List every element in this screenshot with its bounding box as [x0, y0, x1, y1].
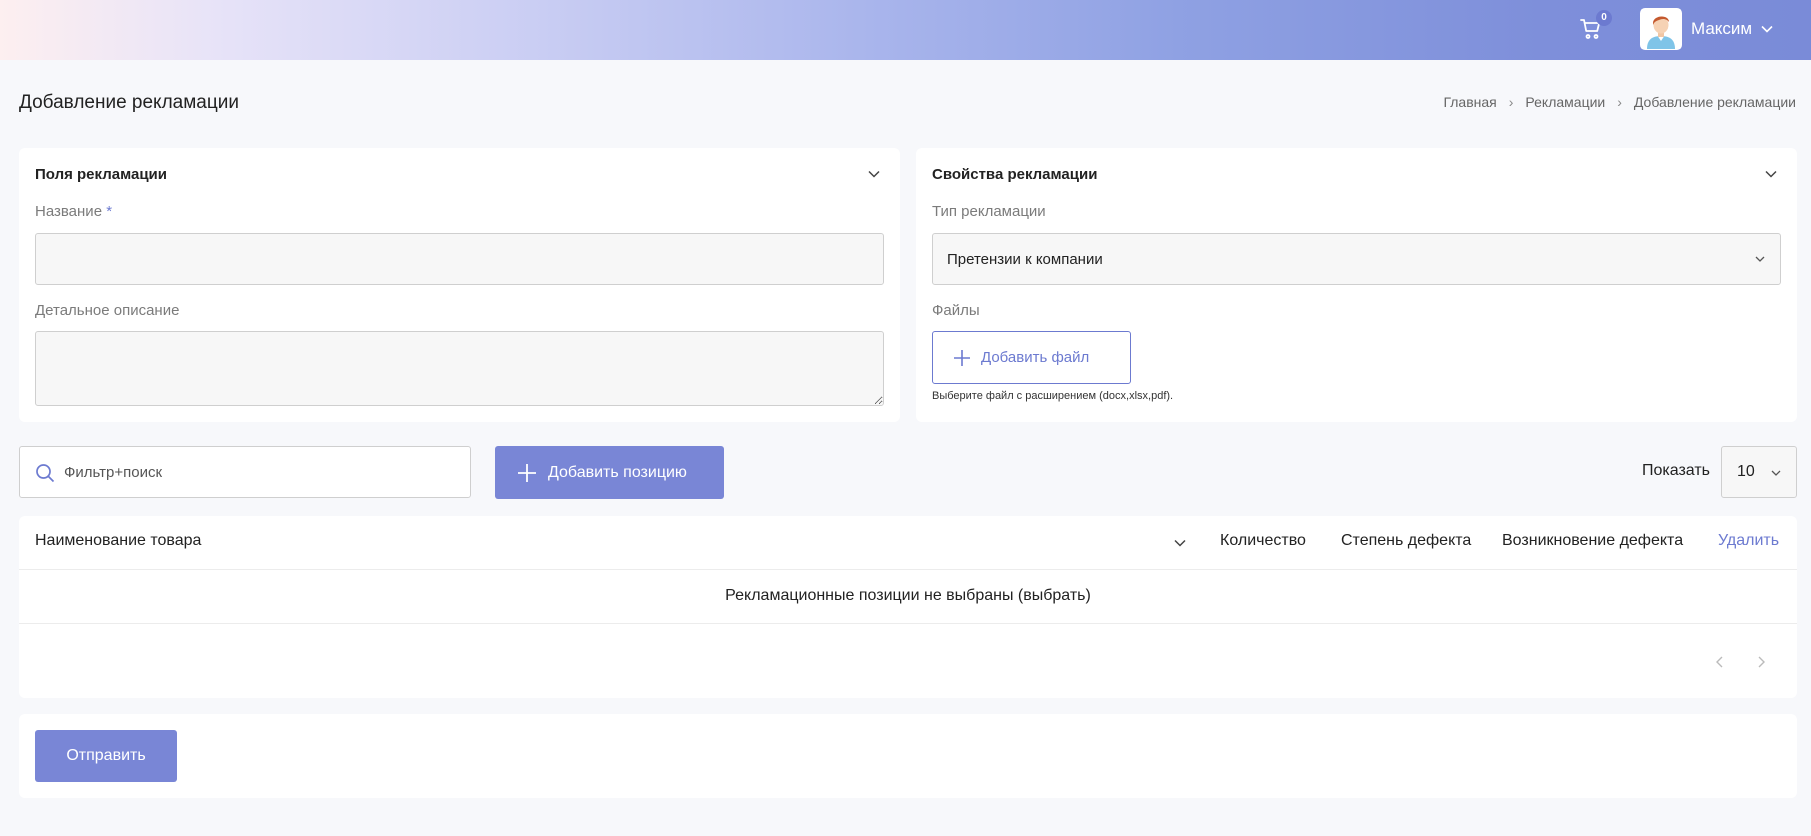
page-title: Добавление рекламации — [19, 92, 239, 113]
files-label: Файлы — [932, 302, 980, 319]
top-bar: 0 Максим — [0, 0, 1811, 60]
submit-label: Отправить — [66, 747, 146, 764]
plus-icon — [518, 463, 536, 482]
card-title: Свойства рекламации — [932, 166, 1098, 183]
chevron-left-icon[interactable] — [1713, 655, 1727, 669]
search-icon — [36, 464, 55, 483]
column-header-defect-origin[interactable]: Возникновение дефекта — [1502, 532, 1683, 550]
page-size-select[interactable]: 10 — [1721, 446, 1797, 498]
chevron-down-icon[interactable] — [1173, 536, 1187, 550]
user-avatar-icon — [1641, 9, 1681, 49]
positions-table: Наименование товара Количество Степень д… — [19, 516, 1797, 698]
page-size-value: 10 — [1737, 463, 1755, 480]
breadcrumb-current: Добавление рекламации — [1633, 94, 1796, 110]
name-label: Название * — [35, 203, 112, 220]
divider — [19, 623, 1797, 624]
breadcrumb-claims[interactable]: Рекламации — [1525, 94, 1605, 110]
file-hint: Выберите файл с расширением (docx,xlsx,p… — [932, 390, 1174, 402]
cart-count-badge: 0 — [1596, 10, 1612, 26]
select-positions-link[interactable]: Рекламационные позиции не выбраны (выбра… — [725, 587, 1091, 604]
cart-button[interactable]: 0 — [1576, 10, 1612, 44]
column-header-quantity[interactable]: Количество — [1220, 532, 1306, 550]
add-position-label: Добавить позицию — [548, 463, 687, 481]
claim-type-select[interactable]: Претензии к компании — [932, 233, 1781, 285]
chevron-down-icon — [1761, 25, 1773, 33]
card-title: Поля рекламации — [35, 166, 167, 183]
search-input[interactable] — [64, 447, 464, 497]
column-header-product[interactable]: Наименование товара — [35, 532, 201, 550]
description-label: Детальное описание — [35, 302, 180, 319]
user-menu[interactable]: Максим — [1640, 8, 1774, 50]
claim-properties-card: Свойства рекламации Тип рекламации Прете… — [916, 148, 1797, 422]
required-mark: * — [106, 203, 113, 220]
chevron-down-icon — [1755, 256, 1765, 262]
add-position-button[interactable]: Добавить позицию — [495, 446, 724, 499]
chevron-down-icon[interactable] — [867, 167, 881, 181]
description-textarea[interactable] — [35, 331, 884, 406]
add-file-label: Добавить файл — [981, 349, 1090, 366]
search-box[interactable] — [19, 446, 471, 498]
name-label-text: Название — [35, 203, 103, 220]
chevron-down-icon — [1771, 470, 1781, 476]
plus-icon — [954, 349, 970, 366]
submit-button[interactable]: Отправить — [35, 730, 177, 782]
chevron-right-icon: › — [1617, 94, 1622, 110]
claim-type-label: Тип рекламации — [932, 203, 1046, 220]
chevron-right-icon: › — [1508, 94, 1514, 110]
name-input[interactable] — [35, 233, 884, 285]
chevron-down-icon[interactable] — [1764, 167, 1778, 181]
submit-card: Отправить — [19, 714, 1797, 798]
column-header-defect-degree[interactable]: Степень дефекта — [1341, 532, 1471, 550]
claim-fields-card: Поля рекламации Название * Детальное опи… — [19, 148, 900, 422]
breadcrumb: Главная › Рекламации › Добавление реклам… — [1443, 94, 1796, 110]
chevron-right-icon[interactable] — [1754, 655, 1768, 669]
user-name: Максим — [1691, 19, 1753, 38]
page-size-label: Показать — [1642, 462, 1711, 479]
add-file-button[interactable]: Добавить файл — [932, 331, 1131, 384]
column-header-delete[interactable]: Удалить — [1718, 532, 1779, 550]
breadcrumb-home[interactable]: Главная — [1443, 94, 1496, 110]
avatar — [1640, 8, 1682, 50]
empty-message: Рекламационные позиции не выбраны (выбра… — [19, 587, 1797, 605]
claim-type-value: Претензии к компании — [947, 250, 1103, 268]
divider — [19, 569, 1797, 570]
